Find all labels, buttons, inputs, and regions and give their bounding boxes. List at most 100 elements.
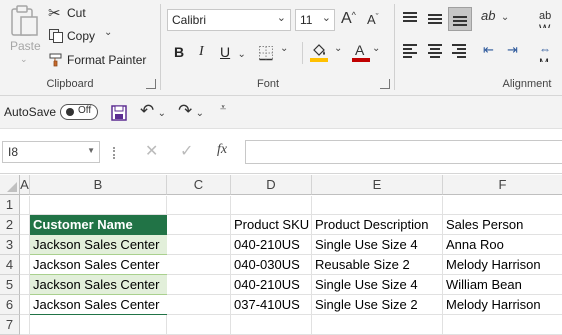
merge-center-button[interactable]: ⇔ M xyxy=(539,42,562,62)
wrap-text-icon: ab xyxy=(539,10,552,22)
increase-font-size-icon[interactable]: A^ xyxy=(341,10,356,28)
undo-icon: ↶ xyxy=(140,101,155,120)
paste-chevron-icon: ⌄ xyxy=(20,54,28,64)
clipboard-launcher-icon[interactable] xyxy=(146,79,156,89)
font-color-button[interactable]: A ⌄ xyxy=(352,42,382,64)
borders-icon xyxy=(259,46,273,61)
underline-button[interactable]: U ⌄ xyxy=(220,44,250,62)
format-painter-label: Format Painter xyxy=(67,53,147,67)
row-header-1[interactable]: 1 xyxy=(0,195,20,215)
undo-chevron-icon: ⌄ xyxy=(157,108,166,119)
sku-cell[interactable]: 040-210US xyxy=(231,235,300,255)
bottom-align-icon[interactable] xyxy=(448,7,472,31)
sales-person-cell[interactable]: William Bean xyxy=(443,275,522,295)
align-left-icon[interactable] xyxy=(403,44,417,58)
row-header-4[interactable]: 4 xyxy=(0,255,20,275)
header-cell-customer-name[interactable]: Customer Name xyxy=(30,215,167,235)
header-cell-product-sku[interactable]: Product SKU xyxy=(231,215,309,235)
sales-person-cell[interactable]: Anna Roo xyxy=(443,235,504,255)
format-painter-button[interactable]: Format Painter xyxy=(48,51,152,69)
autosave-label: AutoSave xyxy=(4,105,57,119)
header-cell-sales-person[interactable]: Sales Person xyxy=(443,215,523,235)
merge-center-label: M xyxy=(539,56,549,62)
font-color-chevron-icon: ⌄ xyxy=(372,43,381,54)
ribbon: Paste ⌄ ✂ Cut Copy ⌄ Format Painter Clip… xyxy=(0,0,562,96)
redo-button[interactable]: ↷ ⌄ xyxy=(178,101,208,121)
sku-cell[interactable]: 040-030US xyxy=(231,255,300,275)
font-color-swatch xyxy=(352,58,370,62)
row-header-5[interactable]: 5 xyxy=(0,275,20,295)
top-align-icon[interactable] xyxy=(403,12,417,24)
orientation-button[interactable]: ab ⌄ xyxy=(481,8,517,28)
middle-align-icon[interactable] xyxy=(428,12,442,24)
font-size-value: 11 xyxy=(300,13,313,27)
name-box-value: I8 xyxy=(8,145,19,159)
column-header-f[interactable]: F xyxy=(443,175,562,195)
sku-cell[interactable]: 040-210US xyxy=(231,275,300,295)
description-cell[interactable]: Single Use Size 2 xyxy=(312,295,418,315)
quick-access-toolbar: AutoSave Off ↶ ⌄ ↷ ⌄ ⩡ xyxy=(0,96,562,129)
cut-button[interactable]: ✂ Cut xyxy=(48,4,108,22)
description-cell[interactable]: Single Use Size 4 xyxy=(312,275,418,295)
customer-cell[interactable]: Jackson Sales Center xyxy=(30,235,167,255)
wrap-text-label: W xyxy=(539,22,550,28)
row-header-2[interactable]: 2 xyxy=(0,215,20,235)
group-separator xyxy=(394,4,395,90)
row-header-7[interactable]: 7 xyxy=(0,315,20,335)
customer-cell[interactable]: Jackson Sales Center xyxy=(30,275,167,295)
fill-color-chevron-icon: ⌄ xyxy=(334,43,343,54)
customize-qat-icon[interactable]: ⩡ xyxy=(220,102,226,115)
formula-bar-grip-icon[interactable] xyxy=(113,147,117,159)
name-box[interactable]: I8 ▼ xyxy=(2,141,100,163)
name-box-dropdown-icon: ▼ xyxy=(87,146,95,155)
copy-button[interactable]: Copy ⌄ xyxy=(48,27,128,45)
decrease-font-size-icon[interactable]: Aˇ xyxy=(367,12,379,27)
align-right-icon[interactable] xyxy=(452,44,466,58)
sales-person-cell[interactable]: Melody Harrison xyxy=(443,255,541,275)
font-inner-separator xyxy=(302,42,303,64)
column-header-e[interactable]: E xyxy=(312,175,443,195)
borders-button[interactable]: ⌄ xyxy=(258,43,296,62)
align-center-icon[interactable] xyxy=(428,44,442,58)
bold-button[interactable]: B xyxy=(174,44,184,60)
header-cell-product-description[interactable]: Product Description xyxy=(312,215,428,235)
underline-chevron-icon: ⌄ xyxy=(237,49,246,60)
formula-input[interactable] xyxy=(245,140,562,164)
customer-cell[interactable]: Jackson Sales Center xyxy=(30,295,167,315)
row-header-3[interactable]: 3 xyxy=(0,235,20,255)
copy-chevron-icon: ⌄ xyxy=(104,27,113,38)
orientation-icon: ab xyxy=(481,8,496,23)
paste-icon xyxy=(11,5,38,36)
undo-button[interactable]: ↶ ⌄ xyxy=(140,101,170,121)
wrap-text-button[interactable]: ab W xyxy=(539,8,562,28)
increase-indent-icon[interactable]: ⇥ xyxy=(507,42,518,58)
column-header-d[interactable]: D xyxy=(231,175,312,195)
font-name-chevron-icon: ⌄ xyxy=(276,12,286,24)
select-all-corner[interactable] xyxy=(0,175,20,195)
row-header-6[interactable]: 6 xyxy=(0,295,20,315)
font-launcher-icon[interactable] xyxy=(380,79,390,89)
column-header-b[interactable]: B xyxy=(30,175,167,195)
autosave-toggle[interactable]: Off xyxy=(60,104,98,120)
cancel-entry-icon[interactable]: ✕ xyxy=(145,141,158,161)
customer-cell[interactable]: Jackson Sales Center xyxy=(30,255,167,275)
description-cell[interactable]: Single Use Size 4 xyxy=(312,235,418,255)
paste-button[interactable]: Paste ⌄ xyxy=(6,4,42,66)
sku-cell[interactable]: 037-410US xyxy=(231,295,300,315)
fill-color-button[interactable]: ⌄ xyxy=(310,42,348,64)
underline-label: U xyxy=(220,44,231,60)
font-name-combo[interactable]: Calibri ⌄ xyxy=(167,9,291,31)
description-cell[interactable]: Reusable Size 2 xyxy=(312,255,410,275)
insert-function-button[interactable]: fx xyxy=(217,142,227,158)
sales-person-cell[interactable]: Melody Harrison xyxy=(443,295,541,315)
column-header-c[interactable]: C xyxy=(167,175,231,195)
save-icon[interactable] xyxy=(111,105,127,121)
decrease-indent-icon[interactable]: ⇤ xyxy=(483,42,494,58)
font-size-combo[interactable]: 11 ⌄ xyxy=(295,9,335,31)
borders-chevron-icon: ⌄ xyxy=(280,43,289,54)
italic-button[interactable]: I xyxy=(199,44,204,60)
cut-label: Cut xyxy=(67,6,86,20)
confirm-entry-icon[interactable]: ✓ xyxy=(180,141,193,161)
fill-color-swatch xyxy=(310,58,328,62)
column-header-a[interactable]: A xyxy=(20,175,30,195)
